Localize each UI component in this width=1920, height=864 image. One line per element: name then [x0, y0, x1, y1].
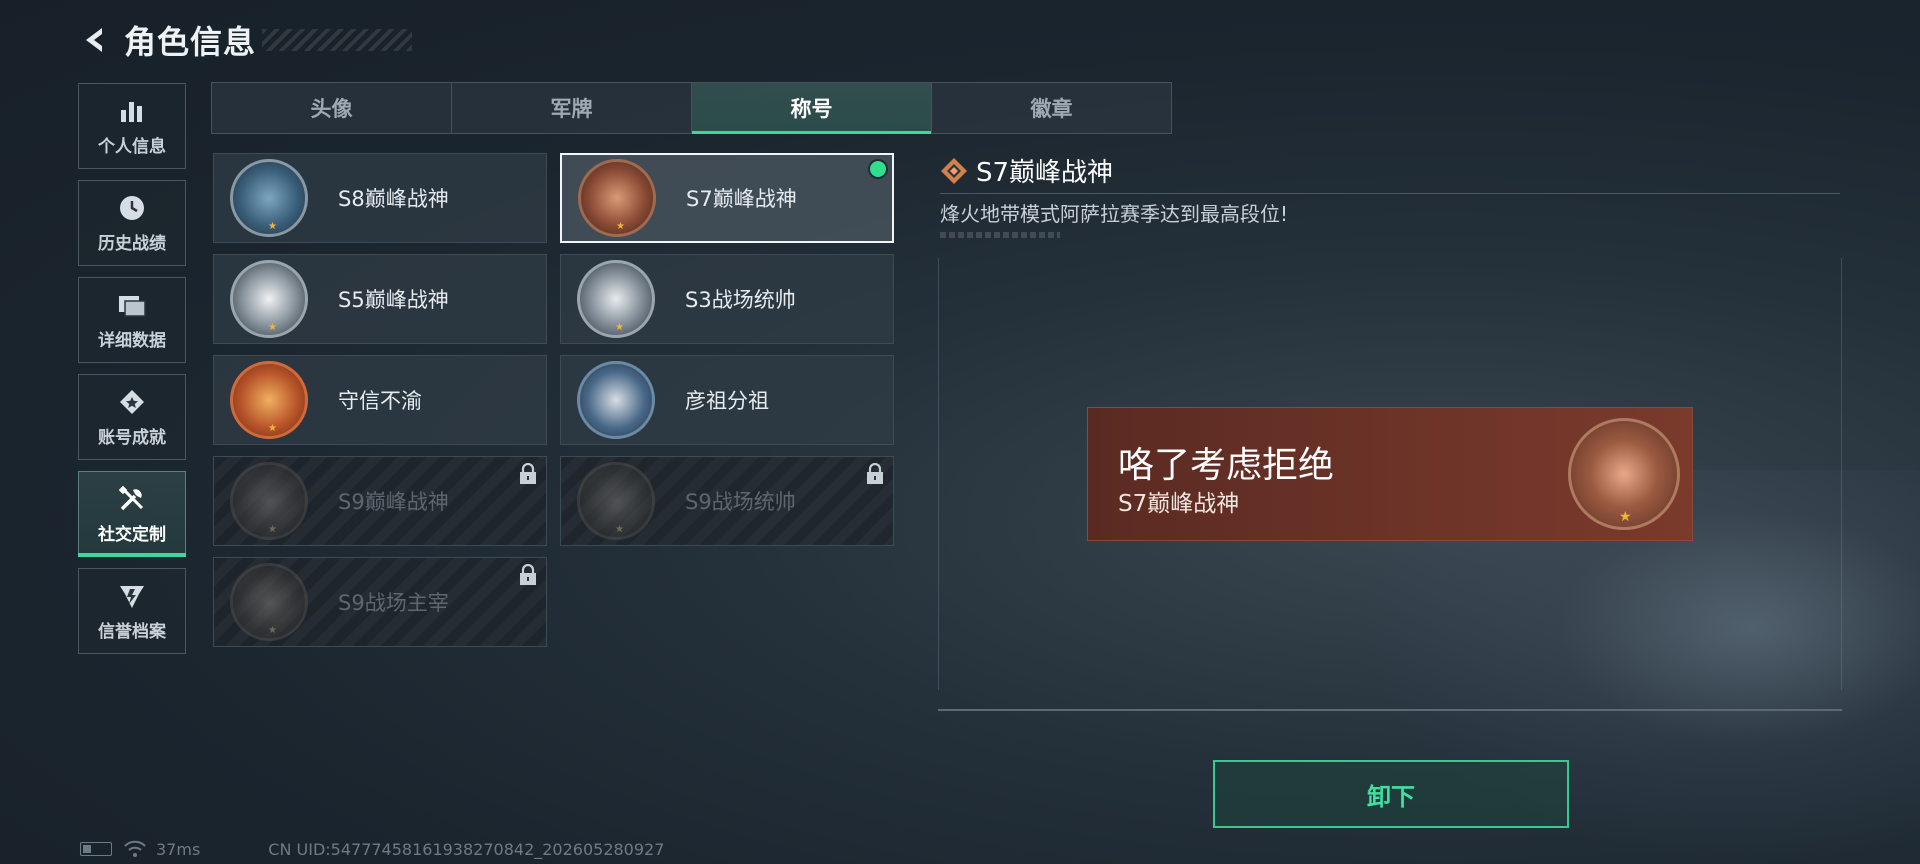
emblem-icon: ★ [230, 260, 308, 338]
folder-icon [116, 290, 148, 320]
page-title: 角色信息 [124, 23, 257, 61]
title-name: 守信不渝 [338, 389, 422, 413]
header: 角色信息 [78, 18, 413, 62]
nav-label: 信誉档案 [98, 621, 166, 642]
star-icon: ★ [615, 322, 624, 333]
title-card[interactable]: ★ S7巅峰战神 [560, 153, 894, 243]
nav-item-social-custom[interactable]: 社交定制 [78, 471, 186, 557]
nav-item-credit[interactable]: 信誉档案 [78, 568, 186, 654]
nav-label: 详细数据 [98, 330, 166, 351]
back-button[interactable] [78, 23, 112, 57]
preview-divider [938, 709, 1842, 711]
star-icon: ★ [1619, 509, 1632, 525]
nav-label: 历史战绩 [98, 233, 166, 254]
emblem-icon [577, 361, 655, 439]
uid-text: CN UID:54777458161938270842_202605280927 [268, 839, 665, 859]
emblem-icon: ★ [578, 159, 656, 237]
title-preview-banner: 咯了考虑拒绝 S7巅峰战神 ★ [1087, 407, 1693, 541]
nav-item-achievements[interactable]: 账号成就 [78, 374, 186, 460]
nav-label: 个人信息 [98, 136, 166, 157]
lock-icon [520, 564, 536, 585]
emblem-icon: ★ [230, 563, 308, 641]
title-name: S5巅峰战神 [338, 288, 449, 312]
title-name: S9战场统帅 [685, 490, 796, 514]
bar-chart-icon [116, 96, 148, 126]
lock-icon [867, 463, 883, 484]
unequip-button[interactable]: 卸下 [1213, 760, 1569, 828]
player-name: 咯了考虑拒绝 [1118, 445, 1335, 486]
banner-title: S7巅峰战神 [1118, 491, 1240, 517]
tab-badge[interactable]: 徽章 [932, 83, 1171, 133]
detail-title: S7巅峰战神 [976, 158, 1114, 188]
title-decoration [262, 29, 413, 51]
nav-item-history[interactable]: 历史战绩 [78, 180, 186, 266]
tab-title[interactable]: 称号 [692, 83, 932, 134]
title-card[interactable]: ★ 守信不渝 [213, 355, 547, 445]
ping-value: 37ms [156, 839, 201, 859]
star-icon: ★ [268, 524, 277, 535]
star-icon: ★ [268, 322, 277, 333]
star-icon: ★ [268, 625, 277, 636]
battery-icon [80, 842, 112, 856]
star-icon: ★ [268, 221, 277, 232]
title-card[interactable]: 彦祖分祖 [560, 355, 894, 445]
description-decoration [940, 232, 1060, 238]
tab-avatar[interactable]: 头像 [212, 83, 452, 133]
emblem-icon: ★ [1568, 418, 1680, 530]
title-card[interactable]: ★ S3战场统帅 [560, 254, 894, 344]
emblem-icon: ★ [577, 462, 655, 540]
detail-header: S7巅峰战神 [940, 152, 1113, 189]
title-card[interactable]: ★ S9巅峰战神 [213, 456, 547, 546]
title-name: S7巅峰战神 [686, 187, 797, 211]
title-name: S8巅峰战神 [338, 187, 449, 211]
divider [940, 193, 1840, 194]
title-name: 彦祖分祖 [685, 389, 769, 413]
tools-icon [116, 484, 148, 514]
title-name: S3战场统帅 [685, 288, 796, 312]
nav-label: 账号成就 [98, 427, 166, 448]
emblem-icon: ★ [230, 361, 308, 439]
title-card[interactable]: ★ S8巅峰战神 [213, 153, 547, 243]
tab-dogtag[interactable]: 军牌 [452, 83, 692, 133]
emblem-icon: ★ [577, 260, 655, 338]
star-icon: ★ [616, 221, 625, 232]
wifi-icon [124, 840, 146, 857]
tab-bar: 头像 军牌 称号 徽章 [211, 82, 1172, 134]
equipped-indicator [870, 161, 886, 177]
title-card[interactable]: ★ S5巅峰战神 [213, 254, 547, 344]
back-arrow-icon [86, 28, 102, 52]
side-nav: 个人信息 历史战绩 详细数据 账号成就 社交定制 信誉档案 [78, 83, 186, 665]
clock-icon [116, 193, 148, 223]
nav-item-personal-info[interactable]: 个人信息 [78, 83, 186, 169]
title-grid: ★ S8巅峰战神 ★ S7巅峰战神 ★ S5巅峰战神 ★ S3战场统帅 ★ 守信… [213, 153, 895, 647]
title-name: S9战场主宰 [338, 591, 449, 615]
diamond-icon [941, 157, 967, 184]
nav-item-detailed-data[interactable]: 详细数据 [78, 277, 186, 363]
detail-description: 烽火地带模式阿萨拉赛季达到最高段位! [940, 202, 1289, 226]
emblem-icon: ★ [230, 159, 308, 237]
lock-icon [520, 463, 536, 484]
achievement-icon [116, 387, 148, 417]
status-bar: 37ms CN UID:54777458161938270842_2026052… [80, 834, 664, 864]
credit-icon [116, 581, 148, 611]
title-name: S9巅峰战神 [338, 490, 449, 514]
emblem-icon: ★ [230, 462, 308, 540]
nav-label: 社交定制 [98, 524, 166, 545]
star-icon: ★ [615, 524, 624, 535]
title-card[interactable]: ★ S9战场主宰 [213, 557, 547, 647]
star-icon: ★ [268, 423, 277, 434]
title-card[interactable]: ★ S9战场统帅 [560, 456, 894, 546]
